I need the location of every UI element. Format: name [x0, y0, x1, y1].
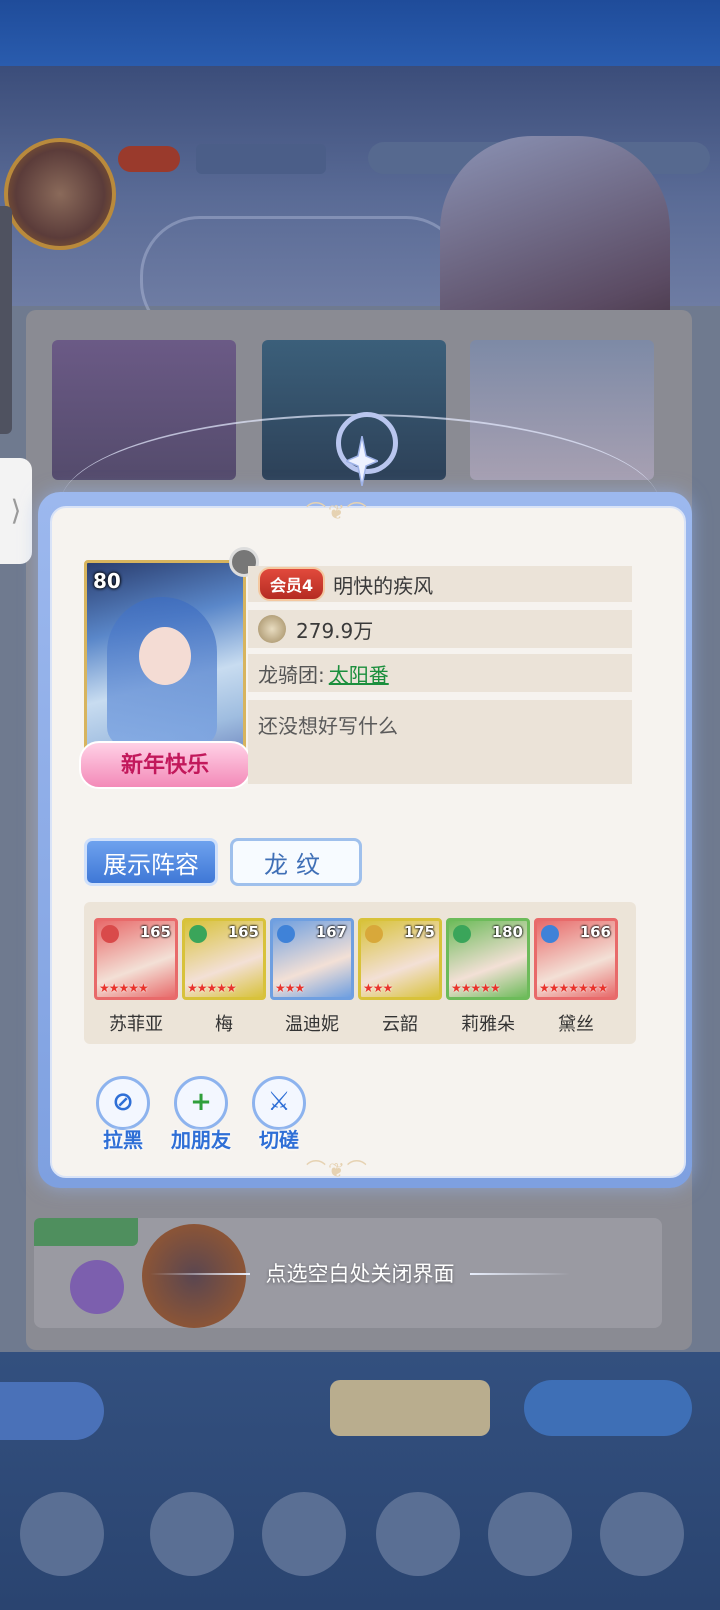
hero-level: 165	[227, 923, 259, 941]
hero-card[interactable]: 175 ★★★ 云韶	[358, 918, 442, 1038]
row-tag	[34, 1218, 138, 1246]
wind-icon	[189, 925, 207, 943]
back-button[interactable]	[0, 1382, 104, 1440]
wind-icon	[453, 925, 471, 943]
water-icon	[541, 925, 559, 943]
hero-level: 175	[403, 923, 435, 941]
hero-level: 180	[491, 923, 523, 941]
hero-stars: ★★★	[275, 981, 305, 995]
guild-label: 龙骑团:	[258, 662, 325, 687]
spar-label: 切磋	[259, 1128, 299, 1152]
hero-portrait: 175 ★★★	[358, 918, 442, 1000]
hero-level: 167	[315, 923, 347, 941]
vip-chip	[118, 146, 180, 172]
power-row: 279.9万	[248, 610, 632, 648]
side-panel-edge	[0, 206, 12, 434]
light-icon	[365, 925, 383, 943]
action-button[interactable]	[524, 1380, 692, 1436]
hero-stars: ★★★★★★★	[539, 981, 608, 995]
power-chip	[196, 144, 326, 174]
block-button[interactable]: ⊘ 拉黑	[88, 1076, 158, 1158]
sparkle-icon	[346, 436, 378, 486]
hero-name: 梅	[215, 1014, 233, 1035]
guild-row: 龙骑团: 太阳番	[248, 654, 632, 692]
hero-stars: ★★★★★	[451, 981, 501, 995]
close-hint: 点选空白处关闭界面	[265, 1262, 455, 1286]
nav-button[interactable]	[20, 1492, 104, 1576]
add-friend-label: 加朋友	[171, 1128, 231, 1152]
hero-portrait: 180 ★★★★★	[446, 918, 530, 1000]
block-label: 拉黑	[103, 1128, 143, 1152]
hero-name: 苏菲亚	[109, 1014, 163, 1035]
tab-dragon-pattern[interactable]: 龙纹	[230, 838, 362, 886]
tab-show-lineup[interactable]: 展示阵容	[84, 838, 218, 886]
hero-card[interactable]: 165 ★★★★★ 梅	[182, 918, 266, 1038]
hero-portrait: 166 ★★★★★★★	[534, 918, 618, 1000]
add-friend-button[interactable]: + 加朋友	[166, 1076, 236, 1158]
event-banner	[0, 66, 720, 372]
player-name: 明快的疾风	[333, 573, 434, 598]
portrait-frame-banner: 新年快乐	[79, 741, 251, 789]
top-bar	[0, 0, 720, 66]
attack-icon	[101, 925, 119, 943]
hero-card[interactable]: 165 ★★★★★ 苏菲亚	[94, 918, 178, 1038]
combat-power-value: 279.9万	[296, 618, 374, 643]
signature-row: 还没想好写什么	[248, 700, 632, 784]
bottom-bar	[0, 1352, 720, 1610]
spar-button[interactable]: ⚔ 切磋	[244, 1076, 314, 1158]
water-icon	[277, 925, 295, 943]
hero-card[interactable]: 180 ★★★★★ 莉雅朵	[446, 918, 530, 1038]
signature-text: 还没想好写什么	[258, 714, 398, 738]
player-level: 80	[93, 569, 121, 593]
nav-button[interactable]	[600, 1492, 684, 1576]
hero-portrait: 165 ★★★★★	[182, 918, 266, 1000]
hero-stars: ★★★	[363, 981, 393, 995]
hero-portrait: 167 ★★★	[270, 918, 354, 1000]
hero-card[interactable]: 166 ★★★★★★★ 黛丝	[534, 918, 618, 1038]
nav-button[interactable]	[262, 1492, 346, 1576]
side-expand-tab[interactable]: ⟩	[0, 458, 32, 564]
vip-badge: 会员4	[258, 567, 326, 601]
hero-name: 黛丝	[558, 1014, 594, 1035]
name-row: 会员4 明快的疾风	[248, 566, 632, 602]
guild-link[interactable]: 太阳番	[329, 659, 389, 688]
hero-stars: ★★★★★	[187, 981, 237, 995]
hero-name: 莉雅朵	[461, 1014, 515, 1035]
add-friend-glyph: +	[190, 1087, 212, 1117]
player-portrait[interactable]: 80 新年快乐	[79, 547, 259, 789]
ornament-bottom-icon: ⌒❦⌒	[306, 1158, 369, 1182]
hero-card[interactable]: 167 ★★★ 温迪妮	[270, 918, 354, 1038]
hero-stars: ★★★★★	[99, 981, 149, 995]
nav-button[interactable]	[376, 1492, 460, 1576]
hero-name: 温迪妮	[285, 1014, 339, 1035]
player-avatar[interactable]	[4, 138, 116, 250]
swords-glyph: ⚔	[267, 1087, 291, 1117]
portrait-face	[139, 627, 191, 685]
block-glyph: ⊘	[112, 1087, 134, 1117]
combat-power-icon	[258, 615, 286, 643]
ranking-button[interactable]	[330, 1380, 490, 1436]
hero-name: 云韶	[382, 1014, 418, 1035]
nav-button[interactable]	[488, 1492, 572, 1576]
hero-portrait: 165 ★★★★★	[94, 918, 178, 1000]
ornament-top-icon: ⌒❦⌒	[306, 500, 369, 524]
hero-level: 165	[139, 923, 171, 941]
nav-button[interactable]	[150, 1492, 234, 1576]
hero-level: 166	[579, 923, 611, 941]
